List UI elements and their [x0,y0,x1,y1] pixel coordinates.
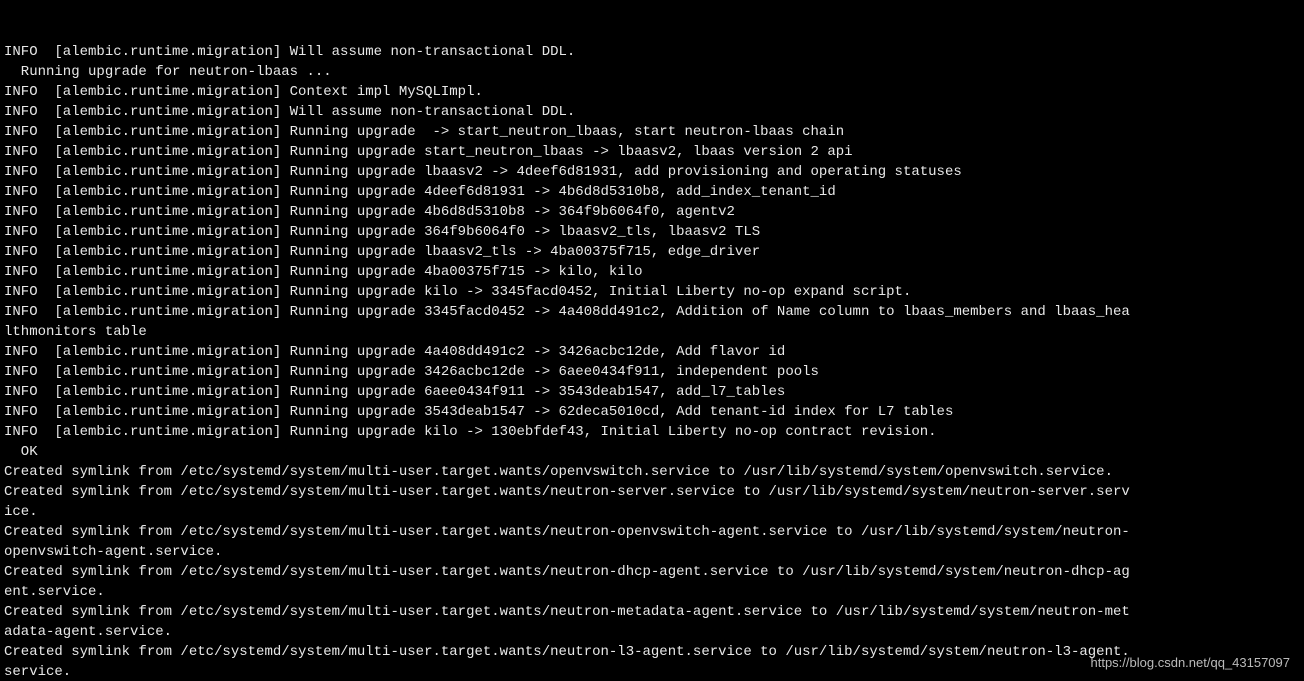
terminal-line: ice. [4,502,1300,522]
terminal-line: Created symlink from /etc/systemd/system… [4,462,1300,482]
terminal-line: INFO [alembic.runtime.migration] Running… [4,402,1300,422]
terminal-line: Created symlink from /etc/systemd/system… [4,642,1300,662]
terminal-line: INFO [alembic.runtime.migration] Running… [4,382,1300,402]
terminal-line: INFO [alembic.runtime.migration] Running… [4,222,1300,242]
terminal-line: INFO [alembic.runtime.migration] Running… [4,302,1300,322]
terminal-line: INFO [alembic.runtime.migration] Context… [4,82,1300,102]
terminal-line: openvswitch-agent.service. [4,542,1300,562]
terminal-line: Running upgrade for neutron-lbaas ... [4,62,1300,82]
terminal-line: INFO [alembic.runtime.migration] Running… [4,122,1300,142]
terminal-line: INFO [alembic.runtime.migration] Running… [4,362,1300,382]
terminal-line: INFO [alembic.runtime.migration] Will as… [4,42,1300,62]
terminal-line: INFO [alembic.runtime.migration] Running… [4,422,1300,442]
terminal-line: INFO [alembic.runtime.migration] Running… [4,262,1300,282]
terminal-line: INFO [alembic.runtime.migration] Running… [4,142,1300,162]
terminal-line: Created symlink from /etc/systemd/system… [4,602,1300,622]
terminal-output: INFO [alembic.runtime.migration] Will as… [4,42,1300,681]
terminal-line: INFO [alembic.runtime.migration] Running… [4,282,1300,302]
terminal-line: Created symlink from /etc/systemd/system… [4,482,1300,502]
terminal-line: INFO [alembic.runtime.migration] Running… [4,162,1300,182]
terminal-line: INFO [alembic.runtime.migration] Will as… [4,102,1300,122]
terminal-line: OK [4,442,1300,462]
terminal-line: service. [4,662,1300,681]
terminal-line: Created symlink from /etc/systemd/system… [4,562,1300,582]
terminal-line: INFO [alembic.runtime.migration] Running… [4,182,1300,202]
terminal-line: lthmonitors table [4,322,1300,342]
terminal-line: Created symlink from /etc/systemd/system… [4,522,1300,542]
terminal-line: INFO [alembic.runtime.migration] Running… [4,342,1300,362]
terminal-line: ent.service. [4,582,1300,602]
terminal-line: adata-agent.service. [4,622,1300,642]
terminal-line: INFO [alembic.runtime.migration] Running… [4,202,1300,222]
terminal-line: INFO [alembic.runtime.migration] Running… [4,242,1300,262]
terminal[interactable]: INFO [alembic.runtime.migration] Will as… [0,0,1304,681]
